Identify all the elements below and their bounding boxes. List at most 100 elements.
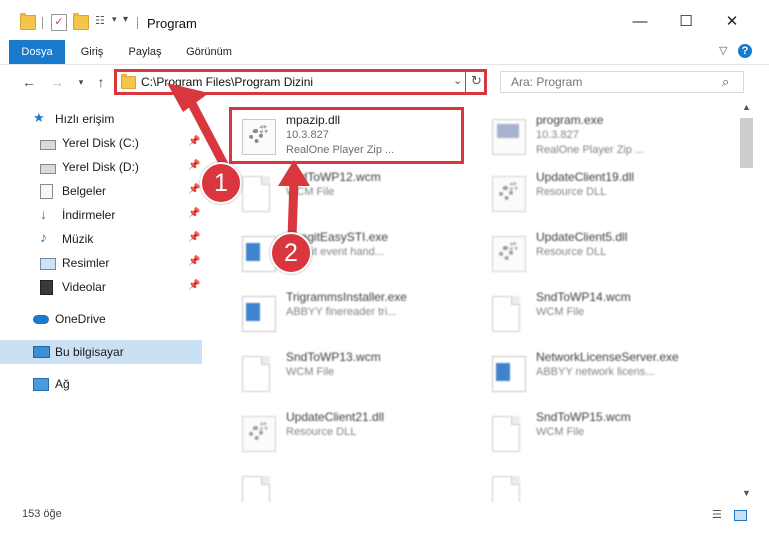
sidebar-item-music[interactable]: ♪ Müzik 📌 <box>0 227 202 251</box>
back-arrow-icon[interactable]: ← <box>20 73 38 91</box>
sidebar-item-label: Yerel Disk (C:) <box>62 136 139 150</box>
ribbon: Dosya Giriş Paylaş Görünüm ▽ ? <box>0 40 769 65</box>
file-name: SndToWP13.wcm <box>286 350 381 364</box>
file-version: 10.3.827 <box>536 129 579 141</box>
sidebar-item-documents[interactable]: Belgeler 📌 <box>0 179 202 203</box>
chevron-down-icon[interactable]: ⌄ <box>453 74 462 87</box>
sidebar-item-pictures[interactable]: Resimler 📌 <box>0 251 202 275</box>
scroll-down-icon[interactable]: ▼ <box>742 488 751 498</box>
drive-icon <box>40 140 56 150</box>
pin-icon[interactable]: 📌 <box>188 280 200 291</box>
refresh-icon[interactable]: ↻ <box>471 73 482 89</box>
dll-icon <box>242 416 276 452</box>
divider <box>137 17 138 29</box>
file-name: SndToWP15.wcm <box>536 410 631 424</box>
expand-ribbon-icon[interactable]: ▽ <box>719 44 727 57</box>
sidebar-item-local-disk-c[interactable]: Yerel Disk (C:) 📌 <box>0 131 202 155</box>
sidebar-item-label: Ağ <box>55 377 70 391</box>
sidebar-item-downloads[interactable]: ↓ İndirmeler 📌 <box>0 203 202 227</box>
file-name: TrigrammsInstaller.exe <box>286 290 407 304</box>
tab-home[interactable]: Giriş <box>70 40 114 64</box>
search-input[interactable] <box>509 74 713 90</box>
file-name: program.exe <box>536 113 604 127</box>
tab-file[interactable]: Dosya <box>9 40 65 64</box>
close-button[interactable]: ✕ <box>710 8 754 34</box>
chevron-down-icon[interactable]: ▾ <box>112 14 117 25</box>
address-path[interactable]: C:\Program Files\Program Dizini <box>141 75 313 89</box>
pin-icon[interactable]: 📌 <box>188 208 200 219</box>
file-item-sndtowp15[interactable]: SndToWP15.wcm WCM File <box>480 404 720 460</box>
sidebar-item-local-disk-d[interactable]: Yerel Disk (D:) 📌 <box>0 155 202 179</box>
cloud-icon <box>33 315 49 324</box>
tab-view[interactable]: Görünüm <box>178 40 240 64</box>
maximize-button[interactable]: ☐ <box>664 8 708 34</box>
file-item-sndtowp14[interactable]: SndToWP14.wcm WCM File <box>480 284 720 340</box>
file-item-trigrammsinstaller[interactable]: TrigrammsInstaller.exe ABBYY finereader … <box>230 284 470 340</box>
file-name: SndToWP12.wcm <box>286 170 381 184</box>
address-bar[interactable]: C:\Program Files\Program Dizini ⌄ ↻ <box>114 69 487 95</box>
file-name: UpdateClient5.dll <box>536 230 628 244</box>
forward-arrow-icon[interactable]: → <box>48 73 66 91</box>
file-name: SndToWP14.wcm <box>536 290 631 304</box>
sidebar-item-label: OneDrive <box>55 312 106 326</box>
sidebar-item-label: Videolar <box>62 280 106 294</box>
exe-icon <box>492 356 526 392</box>
annotation-badge-2: 2 <box>270 232 312 274</box>
pin-icon[interactable]: 📌 <box>188 184 200 195</box>
file-name: NetworkLicenseServer.exe <box>536 350 679 364</box>
download-icon: ↓ <box>40 206 47 222</box>
pictures-icon <box>40 258 56 270</box>
sidebar-item-videos[interactable]: Videolar 📌 <box>0 275 202 299</box>
window-title: Program <box>147 16 197 31</box>
pin-icon[interactable]: 📌 <box>188 232 200 243</box>
file-item-networklicenseserver[interactable]: NetworkLicenseServer.exe ABBYY network l… <box>480 344 720 400</box>
help-icon[interactable]: ? <box>738 44 752 58</box>
item-count: 153 öğe <box>22 508 62 520</box>
file-item-partial[interactable] <box>230 464 470 502</box>
up-arrow-icon[interactable]: ↑ <box>92 73 110 91</box>
file-item-sndtowp12[interactable]: SndToWP12.wcm WCM File <box>230 164 470 220</box>
sidebar-item-label: İndirmeler <box>62 208 116 222</box>
properties-icon[interactable]: ✓ <box>51 14 67 31</box>
file-type: Resource DLL <box>536 186 607 198</box>
file-item-updateclient19[interactable]: UpdateClient19.dll Resource DLL <box>480 164 720 220</box>
star-icon: ★ <box>33 110 45 125</box>
file-item-snagiteasysti[interactable]: SnagitEasySTI.exe Snagit event hand... <box>230 224 470 280</box>
pin-icon[interactable]: 📌 <box>188 136 200 147</box>
sidebar-item-label: Hızlı erişim <box>55 112 115 126</box>
new-folder-icon[interactable] <box>73 13 89 30</box>
recent-locations-icon[interactable]: ▾ <box>72 73 90 91</box>
sidebar-item-this-pc[interactable]: Bu bilgisayar <box>0 340 202 364</box>
view-icon[interactable]: ☷ <box>95 14 109 28</box>
customize-toolbar-icon[interactable]: ▾ <box>123 14 128 25</box>
network-icon <box>33 378 49 391</box>
music-icon: ♪ <box>40 229 47 245</box>
file-type: WCM File <box>286 186 335 198</box>
details-view-icon[interactable]: ☰ <box>712 508 722 521</box>
pin-icon[interactable]: 📌 <box>188 160 200 171</box>
file-item-sndtowp13[interactable]: SndToWP13.wcm WCM File <box>230 344 470 400</box>
file-item-updateclient5[interactable]: UpdateClient5.dll Resource DLL <box>480 224 720 280</box>
address-row: ← → ▾ ↑ C:\Program Files\Program Dizini … <box>0 65 769 99</box>
document-icon <box>242 176 270 212</box>
sidebar-item-onedrive[interactable]: OneDrive <box>0 307 202 331</box>
search-box[interactable]: ⌕ <box>500 71 744 93</box>
document-icon <box>242 476 270 502</box>
sidebar-item-network[interactable]: Ağ <box>0 372 202 396</box>
tab-share[interactable]: Paylaş <box>120 40 170 64</box>
file-item-partial[interactable] <box>480 464 720 502</box>
search-icon[interactable]: ⌕ <box>722 74 729 90</box>
file-type: Resource DLL <box>286 426 357 438</box>
folder-icon <box>20 13 36 30</box>
sidebar-item-quick-access[interactable]: ★ Hızlı erişim <box>0 107 202 131</box>
document-icon <box>492 476 520 502</box>
drive-icon <box>40 164 56 174</box>
folder-icon <box>121 74 136 89</box>
large-icons-view-icon[interactable] <box>734 510 747 521</box>
file-item-updateclient21[interactable]: UpdateClient21.dll Resource DLL <box>230 404 470 460</box>
minimize-button[interactable]: — <box>618 8 662 34</box>
scrollbar-thumb[interactable] <box>740 118 753 168</box>
file-item-program-exe[interactable]: program.exe 10.3.827 RealOne Player Zip … <box>480 107 720 163</box>
scroll-up-icon[interactable]: ▲ <box>742 102 751 112</box>
pin-icon[interactable]: 📌 <box>188 256 200 267</box>
